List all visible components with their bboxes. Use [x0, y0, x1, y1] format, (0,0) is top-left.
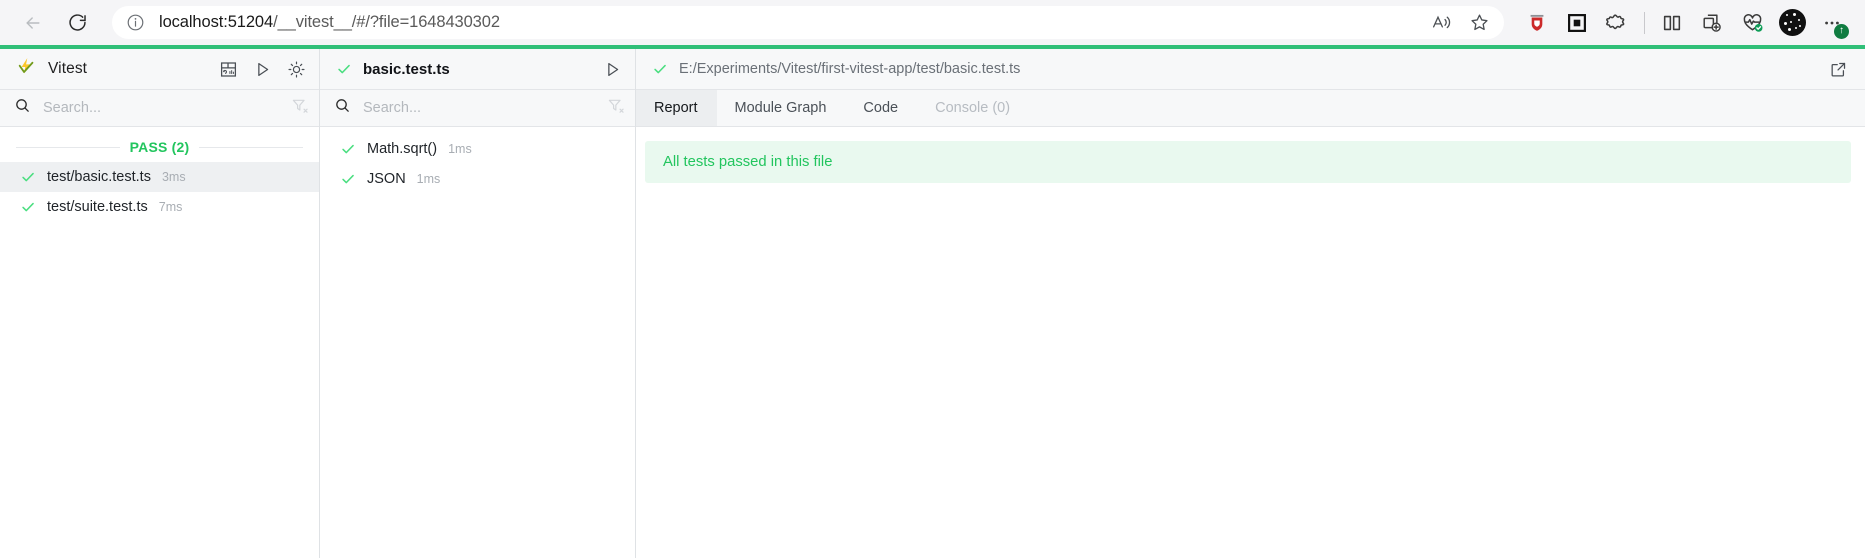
back-arrow-icon: [23, 13, 43, 33]
details-tabs: Report Module Graph Code Console (0): [636, 90, 1865, 127]
pass-group-divider: PASS (2): [0, 127, 319, 162]
url-text[interactable]: localhost:51204/__vitest__/#/?file=16484…: [159, 13, 1424, 32]
read-aloud-icon[interactable]: [1424, 8, 1458, 38]
panes-container: Vitest Search... PASS (2) test/basic.tes…: [0, 49, 1865, 558]
address-bar-actions: [1424, 8, 1496, 38]
browser-toolbar: localhost:51204/__vitest__/#/?file=16484…: [0, 0, 1865, 45]
run-file-icon[interactable]: [600, 57, 625, 82]
open-in-editor-icon[interactable]: [1826, 57, 1851, 82]
collections-add-icon[interactable]: [1693, 4, 1731, 42]
profile-avatar[interactable]: [1773, 4, 1811, 42]
avatar: [1778, 9, 1806, 36]
browser-essentials-icon[interactable]: [1733, 4, 1771, 42]
files-pane: Vitest Search... PASS (2) test/basic.tes…: [0, 49, 320, 558]
divider-line-left: [16, 146, 120, 148]
dark-reader-extension-icon[interactable]: [1558, 4, 1596, 42]
tests-pane: basic.test.ts Search... Math.sqrt() 1ms …: [320, 49, 636, 558]
vitest-ui: Vitest Search... PASS (2) test/basic.tes…: [0, 45, 1865, 558]
search-icon: [334, 97, 351, 119]
file-name: test/suite.test.ts: [47, 199, 148, 215]
run-all-icon[interactable]: [250, 57, 275, 82]
tab-report[interactable]: Report: [636, 90, 717, 126]
url-host: localhost:51204: [159, 13, 274, 31]
search-icon: [14, 97, 31, 119]
test-duration: 1ms: [448, 142, 472, 156]
file-row[interactable]: test/suite.test.ts 7ms: [0, 192, 319, 222]
back-button[interactable]: [14, 4, 52, 42]
test-list: Math.sqrt() 1ms JSON 1ms: [320, 127, 635, 558]
tests-search-row: [320, 90, 635, 127]
tab-label: Report: [654, 100, 698, 116]
split-screen-icon[interactable]: [1653, 4, 1691, 42]
tab-module-graph[interactable]: Module Graph: [717, 90, 846, 126]
pass-check-icon: [340, 141, 356, 157]
update-badge: ↑: [1834, 23, 1849, 39]
details-pane: E:/Experiments/Vitest/first-vitest-app/t…: [636, 49, 1865, 558]
test-row[interactable]: JSON 1ms: [320, 164, 635, 194]
file-duration: 7ms: [158, 200, 183, 214]
pass-check-icon: [336, 61, 352, 77]
pass-group-label: PASS (2): [129, 139, 190, 155]
more-options-icon[interactable]: ↑: [1813, 4, 1851, 42]
tab-label: Console (0): [935, 100, 1011, 116]
info-circle-icon[interactable]: [126, 13, 145, 32]
file-list: test/basic.test.ts 3ms test/suite.test.t…: [0, 162, 319, 222]
tests-pane-title: basic.test.ts: [336, 61, 600, 78]
file-path: E:/Experiments/Vitest/first-vitest-app/t…: [679, 61, 1021, 77]
tab-console[interactable]: Console (0): [917, 90, 1029, 126]
file-name: test/basic.test.ts: [47, 169, 151, 185]
tab-label: Module Graph: [734, 100, 827, 116]
ublock-origin-extension-icon[interactable]: [1518, 4, 1556, 42]
reload-icon: [67, 12, 88, 33]
tab-label: Code: [863, 100, 899, 116]
url-path: /__vitest__/#/?file=1648430302: [273, 13, 500, 31]
divider-line-right: [199, 146, 303, 148]
pass-check-icon: [20, 199, 36, 215]
vitest-logo-icon: [16, 56, 37, 82]
pass-check-icon: [652, 61, 668, 77]
files-search-input[interactable]: [43, 100, 279, 116]
details-pane-header: E:/Experiments/Vitest/first-vitest-app/t…: [636, 49, 1865, 90]
extensions-puzzle-icon[interactable]: [1598, 4, 1636, 42]
pass-check-icon: [340, 171, 356, 187]
files-search-row: [0, 90, 319, 127]
tests-pane-header: basic.test.ts: [320, 49, 635, 90]
brand: Vitest: [16, 56, 216, 82]
test-name: JSON: [367, 171, 406, 187]
dashboard-layout-icon[interactable]: [216, 57, 241, 82]
test-row[interactable]: Math.sqrt() 1ms: [320, 134, 635, 164]
reload-button[interactable]: [58, 4, 96, 42]
report-body: All tests passed in this file: [636, 127, 1865, 558]
filter-off-icon[interactable]: [607, 97, 625, 120]
tests-search-input[interactable]: [363, 100, 595, 116]
all-tests-passed-banner: All tests passed in this file: [645, 141, 1851, 183]
tab-code[interactable]: Code: [845, 90, 917, 126]
current-file-name: basic.test.ts: [363, 60, 450, 78]
brand-name: Vitest: [48, 60, 88, 77]
file-row[interactable]: test/basic.test.ts 3ms: [0, 162, 319, 192]
test-name: Math.sqrt(): [367, 141, 438, 157]
file-duration: 3ms: [161, 170, 186, 184]
files-pane-header-actions: [216, 57, 309, 82]
pass-check-icon: [20, 169, 36, 185]
extension-icons: ↑: [1518, 4, 1851, 42]
toolbar-divider: [1644, 11, 1645, 34]
filter-off-icon[interactable]: [291, 97, 309, 120]
theme-toggle-sun-icon[interactable]: [284, 57, 309, 82]
test-duration: 1ms: [416, 172, 441, 186]
files-pane-header: Vitest: [0, 49, 319, 90]
address-bar[interactable]: localhost:51204/__vitest__/#/?file=16484…: [112, 6, 1504, 39]
star-icon[interactable]: [1462, 8, 1496, 38]
